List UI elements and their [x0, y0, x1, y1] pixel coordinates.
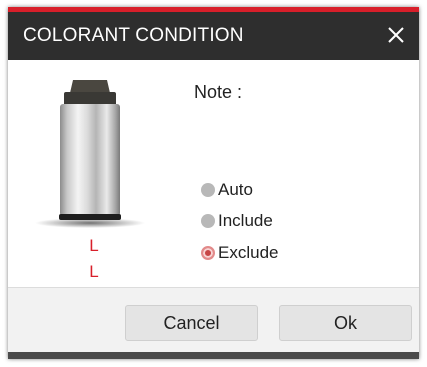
colorant-code-2: L [89, 262, 99, 281]
dialog-footer: Cancel Ok [8, 287, 419, 352]
close-button[interactable] [381, 20, 411, 50]
radio-auto[interactable]: Auto [201, 178, 253, 202]
ok-button[interactable]: Ok [279, 305, 412, 341]
close-icon [388, 27, 404, 43]
radio-auto-label: Auto [218, 180, 253, 199]
radio-exclude-label: Exclude [218, 243, 279, 262]
dialog-titlebar: COLORANT CONDITION [8, 12, 419, 60]
colorant-canister-icon [35, 80, 145, 228]
dialog-body: L L Note : Auto Include Exclude [8, 60, 419, 287]
radio-button-selected-icon [201, 246, 215, 260]
radio-include[interactable]: Include [201, 209, 273, 233]
colorant-code-1: L [89, 236, 99, 255]
radio-button-icon [201, 214, 215, 228]
dialog-title: COLORANT CONDITION [23, 25, 244, 46]
radio-exclude[interactable]: Exclude [201, 241, 278, 265]
cancel-button[interactable]: Cancel [125, 305, 258, 341]
note-label: Note : [194, 82, 243, 102]
radio-button-icon [201, 183, 215, 197]
radio-include-label: Include [218, 211, 273, 230]
colorant-condition-dialog: COLORANT CONDITION L L Note: Auto Inclu… [8, 7, 419, 359]
